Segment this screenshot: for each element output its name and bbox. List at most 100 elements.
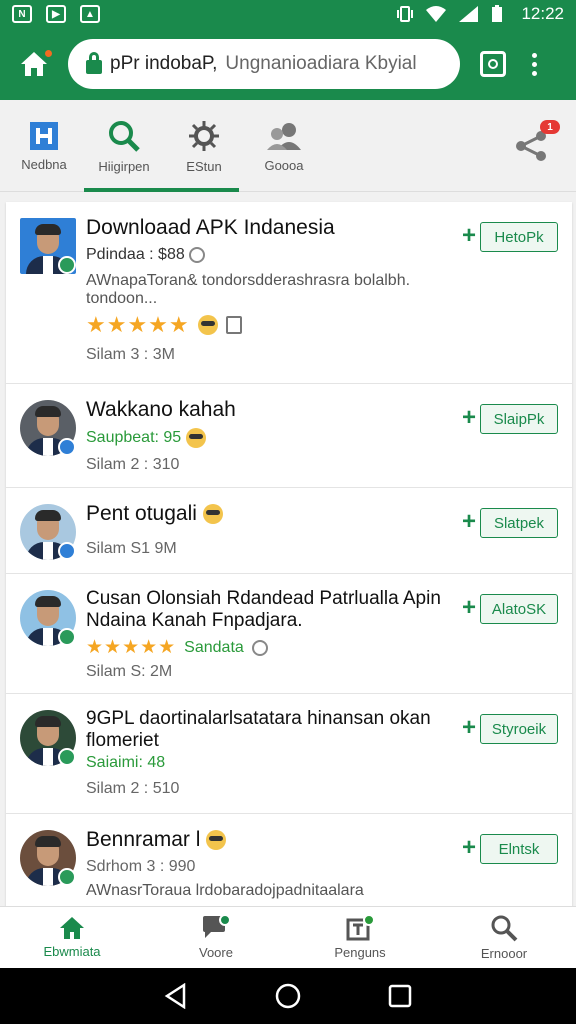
avatar-shirt [43,438,53,456]
notification-dot [43,48,54,59]
notification-icon: N [12,5,32,23]
rating-label: Sandata [184,638,244,656]
download-button[interactable]: Styroeik [480,714,558,744]
sunglasses-emoji-icon [197,315,218,335]
home-circle-icon[interactable] [275,983,301,1009]
list-item[interactable]: Bennramar l Sdrhom 3 : 990 AWnasrToraua … [6,814,572,908]
verified-icon [58,256,76,274]
tab-hiigirpen[interactable]: Hiigirpen [84,100,239,192]
clock: 12:22 [521,4,564,23]
avatar-hair [35,716,61,727]
camera-button[interactable] [480,51,506,77]
nav-home[interactable]: Ebwmiata [0,907,144,968]
avatar-hair [35,596,61,607]
nav-label: Penguns [334,945,386,960]
item-price-row: Saupbeat: 95 [86,428,446,448]
item-price: Saupbeat: 95 [86,429,182,447]
avatar-shirt [43,628,53,646]
tab-goooa[interactable]: Goooa [244,100,324,192]
avatar-shirt [43,542,53,560]
tab-label: Hiigirpen [98,158,150,174]
item-title: 9GPL daortinalarlsatatara hinansan okan … [86,708,431,751]
item-price-row: Pdindaa : $88 [86,246,446,264]
app-list: Downloaad APK Indanesia Pdindaa : $88 AW… [6,202,572,968]
add-icon[interactable]: + [462,594,476,622]
more-options-button[interactable] [532,52,537,76]
share-icon [516,130,546,161]
add-icon[interactable]: + [462,404,476,432]
item-title-row: Pent otugali [86,502,446,526]
item-size: Silam 3 : 3M [86,346,175,363]
share-badge: 1 [540,120,560,134]
list-item[interactable]: Wakkano kahah Saupbeat: 95 Silam 2 : 310… [6,384,572,488]
nav-penguns[interactable]: Penguns [288,907,432,968]
avatar-shirt [43,256,53,274]
h-box-icon [30,121,58,150]
item-title: Cusan Olonsiah Rdandead Patrlualla Apin … [86,588,441,631]
dot [532,70,537,76]
url-path: Ungnanioadiara Kbyial [225,53,417,74]
download-button[interactable]: HetoPk [480,222,558,252]
add-icon[interactable]: + [462,714,476,742]
item-title-row: Bennramar l [86,828,446,852]
info-icon [251,639,268,656]
image-icon: ▲ [80,5,100,23]
download-button[interactable]: Elntsk [480,834,558,864]
back-icon[interactable] [164,983,188,1009]
recents-icon[interactable] [388,984,412,1008]
add-icon[interactable]: + [462,834,476,862]
download-button[interactable]: SlaipPk [480,404,558,434]
list-item[interactable]: 9GPL daortinalarlsatatara hinansan okan … [6,694,572,814]
vibrate-icon [397,6,414,22]
nav-label: Ebwmiata [43,944,101,959]
nav-label: Voore [199,945,233,960]
system-navigation-bar [0,968,576,1024]
dot [532,52,537,58]
search-icon [491,915,518,942]
store-icon [346,915,375,941]
item-size: Silam 2 : 510 [86,780,180,797]
rating-row: ★★★★★ Sandata [86,636,446,659]
battery-icon [492,5,503,22]
download-button[interactable]: Slatpek [480,508,558,538]
sunglasses-emoji-icon [185,428,206,448]
sunglasses-emoji-icon [206,830,227,851]
avatar-hair [35,406,61,417]
list-item[interactable]: Pent otugali Silam S1 9M + Slatpek [6,488,572,574]
category-tabs: Nedbna Hiigirpen EStun Goooa 1 [0,100,576,192]
lock-icon [86,52,102,74]
bottom-navigation: Ebwmiata Voore Penguns Ernooor [0,906,576,968]
verified-icon [58,438,76,456]
browser-toolbar: pPr indobaP, Ungnanioadiara Kbyial [0,28,576,100]
verified-icon [58,868,76,886]
item-size: Sdrhom 3 : 990 [86,858,196,875]
home-button[interactable] [14,44,54,84]
url-bar[interactable]: pPr indobaP, Ungnanioadiara Kbyial [68,39,460,89]
add-icon[interactable]: + [462,508,476,536]
info-icon [189,246,206,263]
nav-voore[interactable]: Voore [144,907,288,968]
chat-icon [203,915,231,938]
avatar-shirt [43,868,53,886]
nav-search[interactable]: Ernooor [432,907,576,968]
tab-nedbna[interactable]: Nedbna [4,100,84,192]
item-price: Pdindaa : $88 [86,246,185,263]
thumbs-up-icon[interactable] [225,316,242,334]
item-title: Wakkano kahah [86,398,236,421]
list-item[interactable]: Cusan Olonsiah Rdandead Patrlualla Apin … [6,574,572,694]
download-button[interactable]: AlatoSK [480,594,558,624]
tab-estun[interactable]: EStun [164,100,244,192]
search-icon [109,120,140,152]
url-host: pPr indobaP, [110,53,218,74]
camera-icon [488,59,498,69]
settings-icon [189,120,219,151]
list-item[interactable]: Downloaad APK Indanesia Pdindaa : $88 AW… [6,202,572,384]
share-button[interactable]: 1 [486,100,576,191]
add-icon[interactable]: + [462,222,476,250]
item-title: Bennramar l [86,828,201,851]
item-size: Silam 2 : 310 [86,456,180,473]
avatar-shirt [43,748,53,766]
rating-row: ★★★★★ [86,312,446,338]
avatar-hair [35,836,61,847]
youtube-icon: ▶ [46,5,66,23]
